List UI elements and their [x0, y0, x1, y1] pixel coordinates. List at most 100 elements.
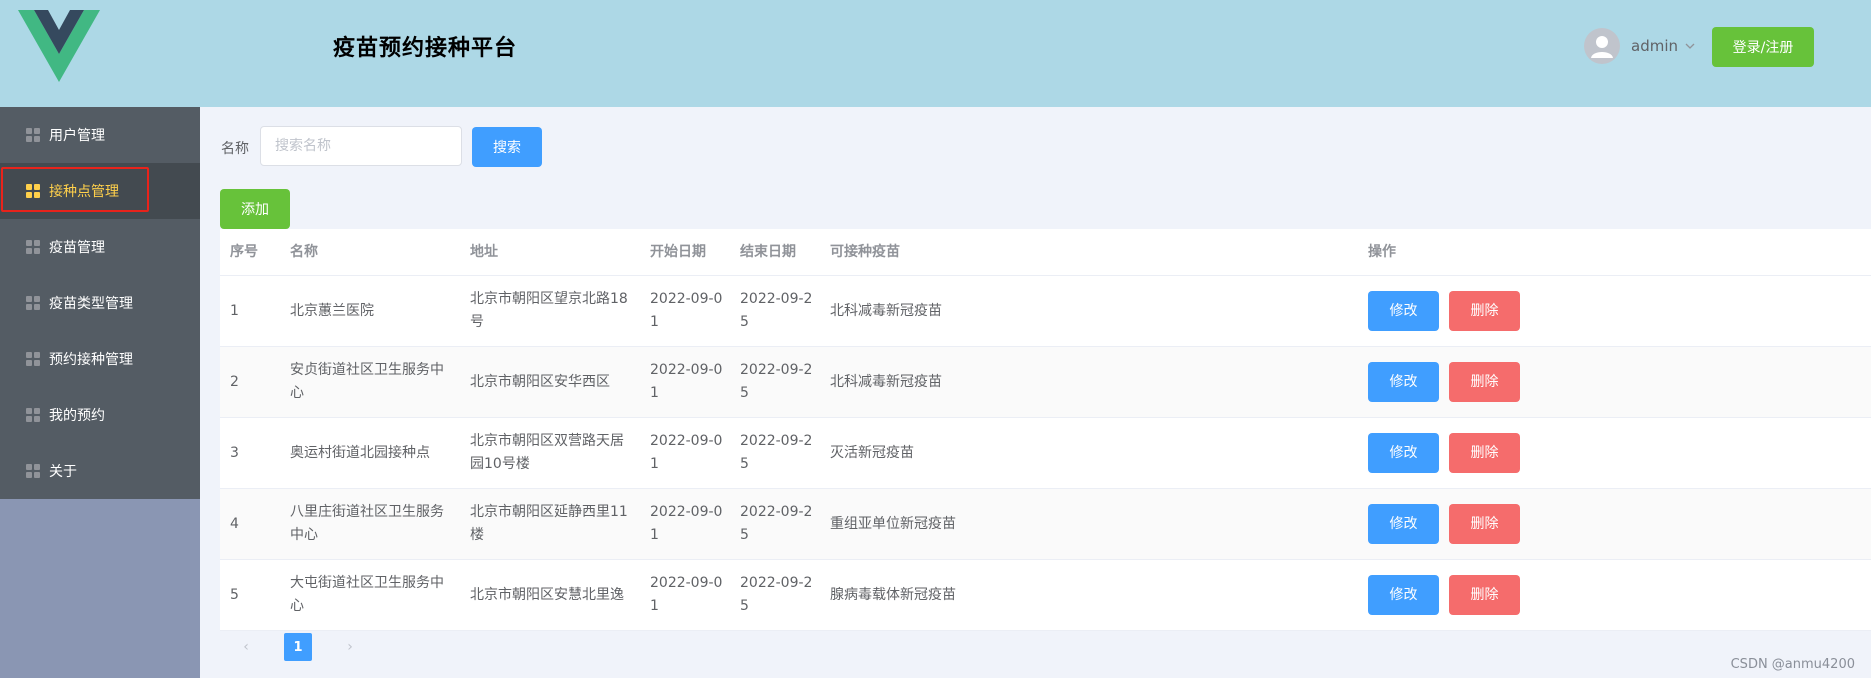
- sidebar-item[interactable]: 关于: [0, 443, 200, 499]
- delete-button[interactable]: 删除: [1449, 362, 1520, 402]
- table-cell-start: 2022-09-01: [650, 504, 723, 543]
- avatar[interactable]: [1584, 28, 1620, 64]
- watermark: CSDN @anmu4200: [1730, 657, 1855, 672]
- table-row: 4 八里庄街道社区卫生服务中心 北京市朝阳区延静西里11楼 2022-09-01 202…: [220, 489, 1871, 560]
- next-page-button[interactable]: ›: [336, 633, 364, 661]
- table-cell-end: 2022-09-25: [740, 362, 813, 401]
- sidebar-menu: 用户管理接种点管理疫苗管理疫苗类型管理 预约接种管理 我的预约关于: [0, 107, 200, 499]
- menu-grid-icon: [26, 464, 40, 478]
- menu-grid-icon: [26, 408, 40, 422]
- chevron-down-icon[interactable]: [1684, 40, 1696, 52]
- table-cell-vaccine: 灭活新冠疫苗: [830, 444, 914, 461]
- delete-button[interactable]: 删除: [1449, 504, 1520, 544]
- sidebar-item-label: 关于: [49, 464, 77, 480]
- table-cell-address: 北京市朝阳区双营路天居园10号楼: [470, 433, 624, 472]
- prev-page-button[interactable]: ‹: [232, 633, 260, 661]
- row-actions: 修改 删除: [1358, 433, 1758, 473]
- user-icon: [1591, 36, 1613, 58]
- table-cell-name: 安贞街道社区卫生服务中心: [290, 362, 444, 401]
- sidebar-item-label: 疫苗类型管理: [49, 296, 133, 312]
- sidebar-item-label: 我的预约: [49, 408, 105, 424]
- column-header: 地址: [470, 243, 498, 260]
- search-button[interactable]: 搜索: [472, 127, 542, 167]
- table-cell-vaccine: 腺病毒载体新冠疫苗: [830, 586, 956, 603]
- sidebar-item[interactable]: 我的预约: [0, 387, 200, 443]
- table-cell-index: 1: [230, 302, 239, 319]
- table-cell-address: 北京市朝阳区安华西区: [470, 373, 610, 390]
- sidebar-item-label: 预约接种管理: [49, 352, 133, 368]
- table-cell-address: 北京市朝阳区望京北路18号: [470, 291, 628, 330]
- sidebar-item[interactable]: 接种点管理: [0, 163, 200, 219]
- delete-button[interactable]: 删除: [1449, 575, 1520, 615]
- table-cell-end: 2022-09-25: [740, 575, 813, 614]
- sidebar-item[interactable]: 用户管理: [0, 107, 200, 163]
- app-title: 疫苗预约接种平台: [333, 36, 518, 61]
- menu-grid-icon: [26, 128, 40, 142]
- page-number[interactable]: 1: [284, 633, 312, 661]
- table-row: 1 北京蕙兰医院 北京市朝阳区望京北路18号 2022-09-01 2022-09-25…: [220, 276, 1871, 347]
- sidebar-item-label: 用户管理: [49, 128, 105, 144]
- row-actions: 修改 删除: [1358, 362, 1758, 402]
- table-cell-name: 八里庄街道社区卫生服务中心: [290, 504, 444, 543]
- delete-button[interactable]: 删除: [1449, 433, 1520, 473]
- edit-button[interactable]: 修改: [1368, 291, 1439, 331]
- table-cell-end: 2022-09-25: [740, 433, 813, 472]
- table-cell-vaccine: 北科减毒新冠疫苗: [830, 302, 942, 319]
- sidebar-item-label: 接种点管理: [49, 184, 119, 200]
- table-cell-start: 2022-09-01: [650, 433, 723, 472]
- table-cell-name: 大屯街道社区卫生服务中心: [290, 575, 444, 614]
- menu-grid-icon: [26, 352, 40, 366]
- table-cell-address: 北京市朝阳区安慧北里逸: [470, 586, 624, 603]
- table-row: 5 大屯街道社区卫生服务中心 北京市朝阳区安慧北里逸 2022-09-01 2022-0…: [220, 560, 1871, 631]
- table-cell-end: 2022-09-25: [740, 504, 813, 543]
- menu-grid-icon: [26, 240, 40, 254]
- edit-button[interactable]: 修改: [1368, 433, 1439, 473]
- vue-logo: [18, 10, 100, 82]
- table-header: 序号 名称 地址 开始日期 结束日期 可接种疫苗 操作: [220, 229, 1871, 276]
- data-table: 序号 名称 地址 开始日期 结束日期 可接种疫苗 操作 1 北京蕙兰医院 北京市朝阳区望京北路1…: [220, 229, 1871, 631]
- menu-grid-icon: [26, 296, 40, 310]
- add-button[interactable]: 添加: [220, 189, 290, 229]
- menu-grid-icon: [26, 184, 40, 198]
- edit-button[interactable]: 修改: [1368, 575, 1439, 615]
- table-cell-end: 2022-09-25: [740, 291, 813, 330]
- table-cell-vaccine: 重组亚单位新冠疫苗: [830, 515, 956, 532]
- edit-button[interactable]: 修改: [1368, 504, 1439, 544]
- table-cell-start: 2022-09-01: [650, 291, 723, 330]
- login-register-button[interactable]: 登录/注册: [1712, 27, 1814, 67]
- sidebar-item[interactable]: 预约接种管理: [0, 331, 200, 387]
- column-header: 开始日期: [650, 243, 706, 260]
- row-actions: 修改 删除: [1358, 504, 1758, 544]
- column-header: 序号: [230, 243, 258, 260]
- sidebar-item[interactable]: 疫苗类型管理: [0, 275, 200, 331]
- column-header: 可接种疫苗: [830, 243, 900, 260]
- sidebar-item[interactable]: 疫苗管理: [0, 219, 200, 275]
- delete-button[interactable]: 删除: [1449, 291, 1520, 331]
- table-cell-start: 2022-09-01: [650, 362, 723, 401]
- table-cell-name: 北京蕙兰医院: [290, 302, 374, 319]
- main-content: 名称 搜索 添加 序号名称地址开始日期结束日期可接种疫苗操作 1北京蕙兰医院北京…: [200, 107, 1871, 678]
- table-cell-index: 5: [230, 586, 239, 603]
- search-input[interactable]: [260, 126, 462, 166]
- row-actions: 修改 删除: [1358, 291, 1758, 331]
- table-cell-start: 2022-09-01: [650, 575, 723, 614]
- user-menu[interactable]: admin: [1584, 28, 1696, 64]
- table-row: 2 安贞街道社区卫生服务中心 北京市朝阳区安华西区 2022-09-01 2022-09…: [220, 347, 1871, 418]
- table-cell-address: 北京市朝阳区延静西里11楼: [470, 504, 628, 543]
- table-row: 3 奥运村街道北园接种点 北京市朝阳区双营路天居园10号楼 2022-09-01 202…: [220, 418, 1871, 489]
- table-cell-index: 3: [230, 444, 239, 461]
- username[interactable]: admin: [1631, 37, 1678, 55]
- column-header: 结束日期: [740, 243, 796, 260]
- top-header: 疫苗预约接种平台 admin 登录/注册: [0, 0, 1871, 107]
- table-cell-index: 4: [230, 515, 239, 532]
- search-label: 名称: [221, 141, 249, 157]
- row-actions: 修改 删除: [1358, 575, 1758, 615]
- column-header: 名称: [290, 243, 318, 260]
- column-header: 操作: [1368, 243, 1396, 260]
- pagination: ‹ 1 ›: [232, 633, 364, 661]
- table-cell-vaccine: 北科减毒新冠疫苗: [830, 373, 942, 390]
- table-cell-index: 2: [230, 373, 239, 390]
- table-body: 1 北京蕙兰医院 北京市朝阳区望京北路18号 2022-09-01 2022-09-25…: [220, 276, 1871, 631]
- edit-button[interactable]: 修改: [1368, 362, 1439, 402]
- table-cell-name: 奥运村街道北园接种点: [290, 444, 430, 461]
